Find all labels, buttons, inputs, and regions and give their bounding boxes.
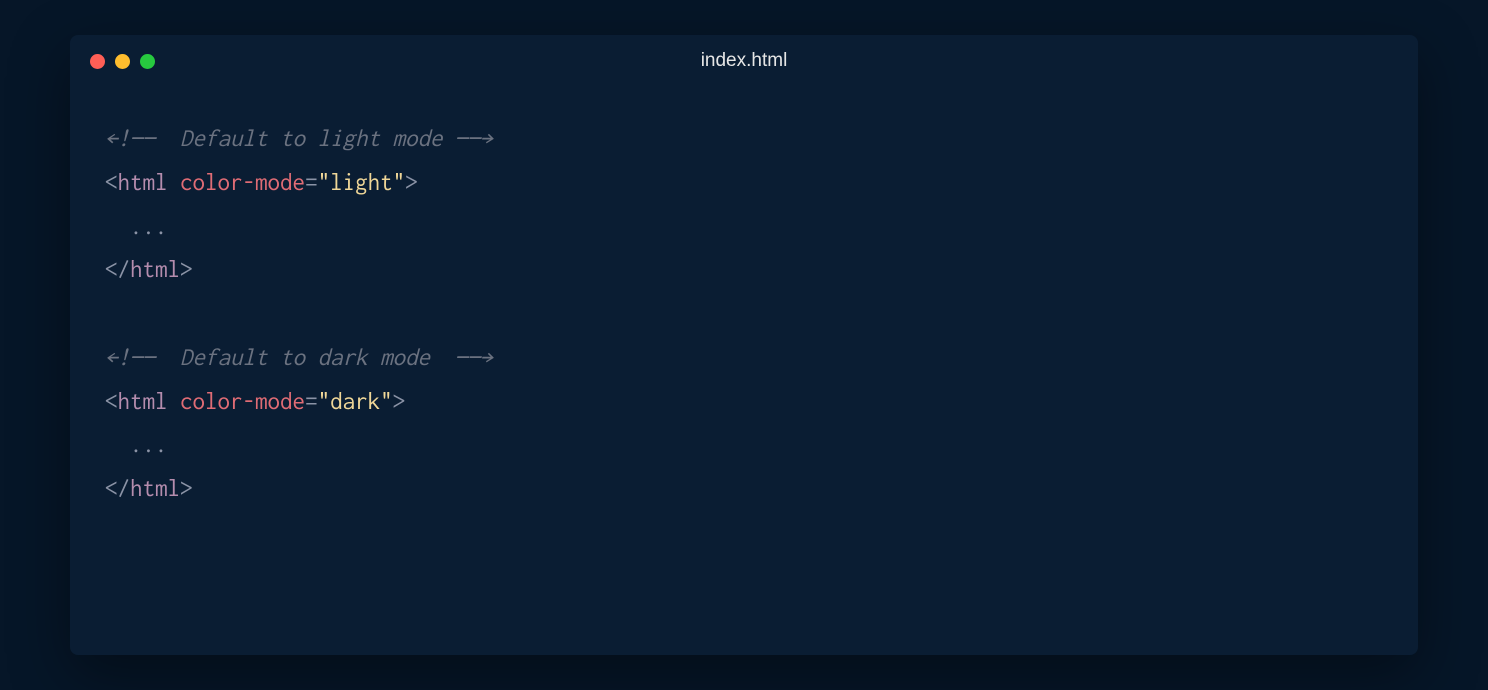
code-content-area[interactable]: ←!—— Default to light mode ——→ <html col…: [70, 87, 1418, 541]
code-line-2: <html color-mode="light">: [105, 161, 1383, 205]
attribute-value: "light": [318, 169, 406, 195]
close-bracket: >: [393, 388, 406, 414]
maximize-window-button[interactable]: [140, 54, 155, 69]
open-close-bracket: </: [105, 256, 130, 282]
attribute-name: color-mode: [180, 169, 305, 195]
code-line-6: ←!—— Default to dark mode ——→: [105, 336, 1383, 380]
tag-name: html: [118, 388, 168, 414]
code-line-3: ...: [105, 205, 1383, 249]
traffic-lights: [90, 54, 155, 69]
code-line-1: ←!—— Default to light mode ——→: [105, 117, 1383, 161]
code-line-7: <html color-mode="dark">: [105, 380, 1383, 424]
tag-name: html: [118, 169, 168, 195]
open-close-bracket: </: [105, 475, 130, 501]
ellipsis-content: ...: [105, 431, 168, 457]
code-line-4: </html>: [105, 248, 1383, 292]
close-window-button[interactable]: [90, 54, 105, 69]
equals-sign: =: [305, 388, 318, 414]
close-bracket: >: [180, 475, 193, 501]
space: [168, 388, 181, 414]
tag-name: html: [130, 475, 180, 501]
window-title: index.html: [701, 50, 788, 72]
window-titlebar: index.html: [70, 35, 1418, 87]
comment-text: ←!—— Default to light mode ——→: [105, 125, 493, 151]
attribute-value: "dark": [318, 388, 393, 414]
code-line-8: ...: [105, 423, 1383, 467]
blank-line: [105, 292, 1383, 336]
tag-name: html: [130, 256, 180, 282]
minimize-window-button[interactable]: [115, 54, 130, 69]
close-bracket: >: [405, 169, 418, 195]
code-line-9: </html>: [105, 467, 1383, 511]
close-bracket: >: [180, 256, 193, 282]
equals-sign: =: [305, 169, 318, 195]
open-bracket: <: [105, 388, 118, 414]
code-editor-window: index.html ←!—— Default to light mode ——…: [70, 35, 1418, 655]
comment-text: ←!—— Default to dark mode ——→: [105, 344, 493, 370]
attribute-name: color-mode: [180, 388, 305, 414]
ellipsis-content: ...: [105, 213, 168, 239]
space: [168, 169, 181, 195]
open-bracket: <: [105, 169, 118, 195]
